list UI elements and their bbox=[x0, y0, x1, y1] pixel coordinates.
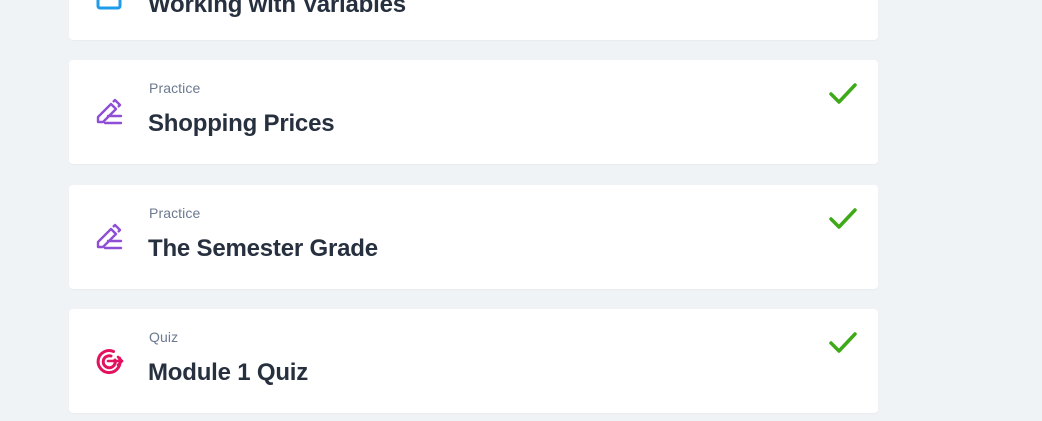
module-item-type: Practice bbox=[149, 205, 201, 221]
module-item-type: Practice bbox=[149, 80, 201, 96]
check-icon bbox=[828, 207, 858, 231]
pencil-icon bbox=[93, 96, 125, 128]
target-icon bbox=[93, 345, 125, 377]
module-item-card[interactable]: Quiz Module 1 Quiz bbox=[69, 309, 878, 413]
module-item-card[interactable]: Practice The Semester Grade bbox=[69, 185, 878, 289]
module-item-title: Module 1 Quiz bbox=[148, 359, 309, 386]
module-item-title: Working with Variables bbox=[148, 0, 406, 18]
module-item-title: Shopping Prices bbox=[148, 110, 335, 137]
pencil-icon bbox=[93, 221, 125, 253]
module-item-card[interactable]: Working with Variables bbox=[69, 0, 878, 40]
check-icon bbox=[828, 331, 858, 355]
module-item-title: The Semester Grade bbox=[148, 235, 378, 262]
lesson-icon bbox=[93, 0, 125, 16]
module-item-type: Quiz bbox=[149, 329, 179, 345]
module-item-card[interactable]: Practice Shopping Prices bbox=[69, 60, 878, 164]
check-icon bbox=[828, 82, 858, 106]
